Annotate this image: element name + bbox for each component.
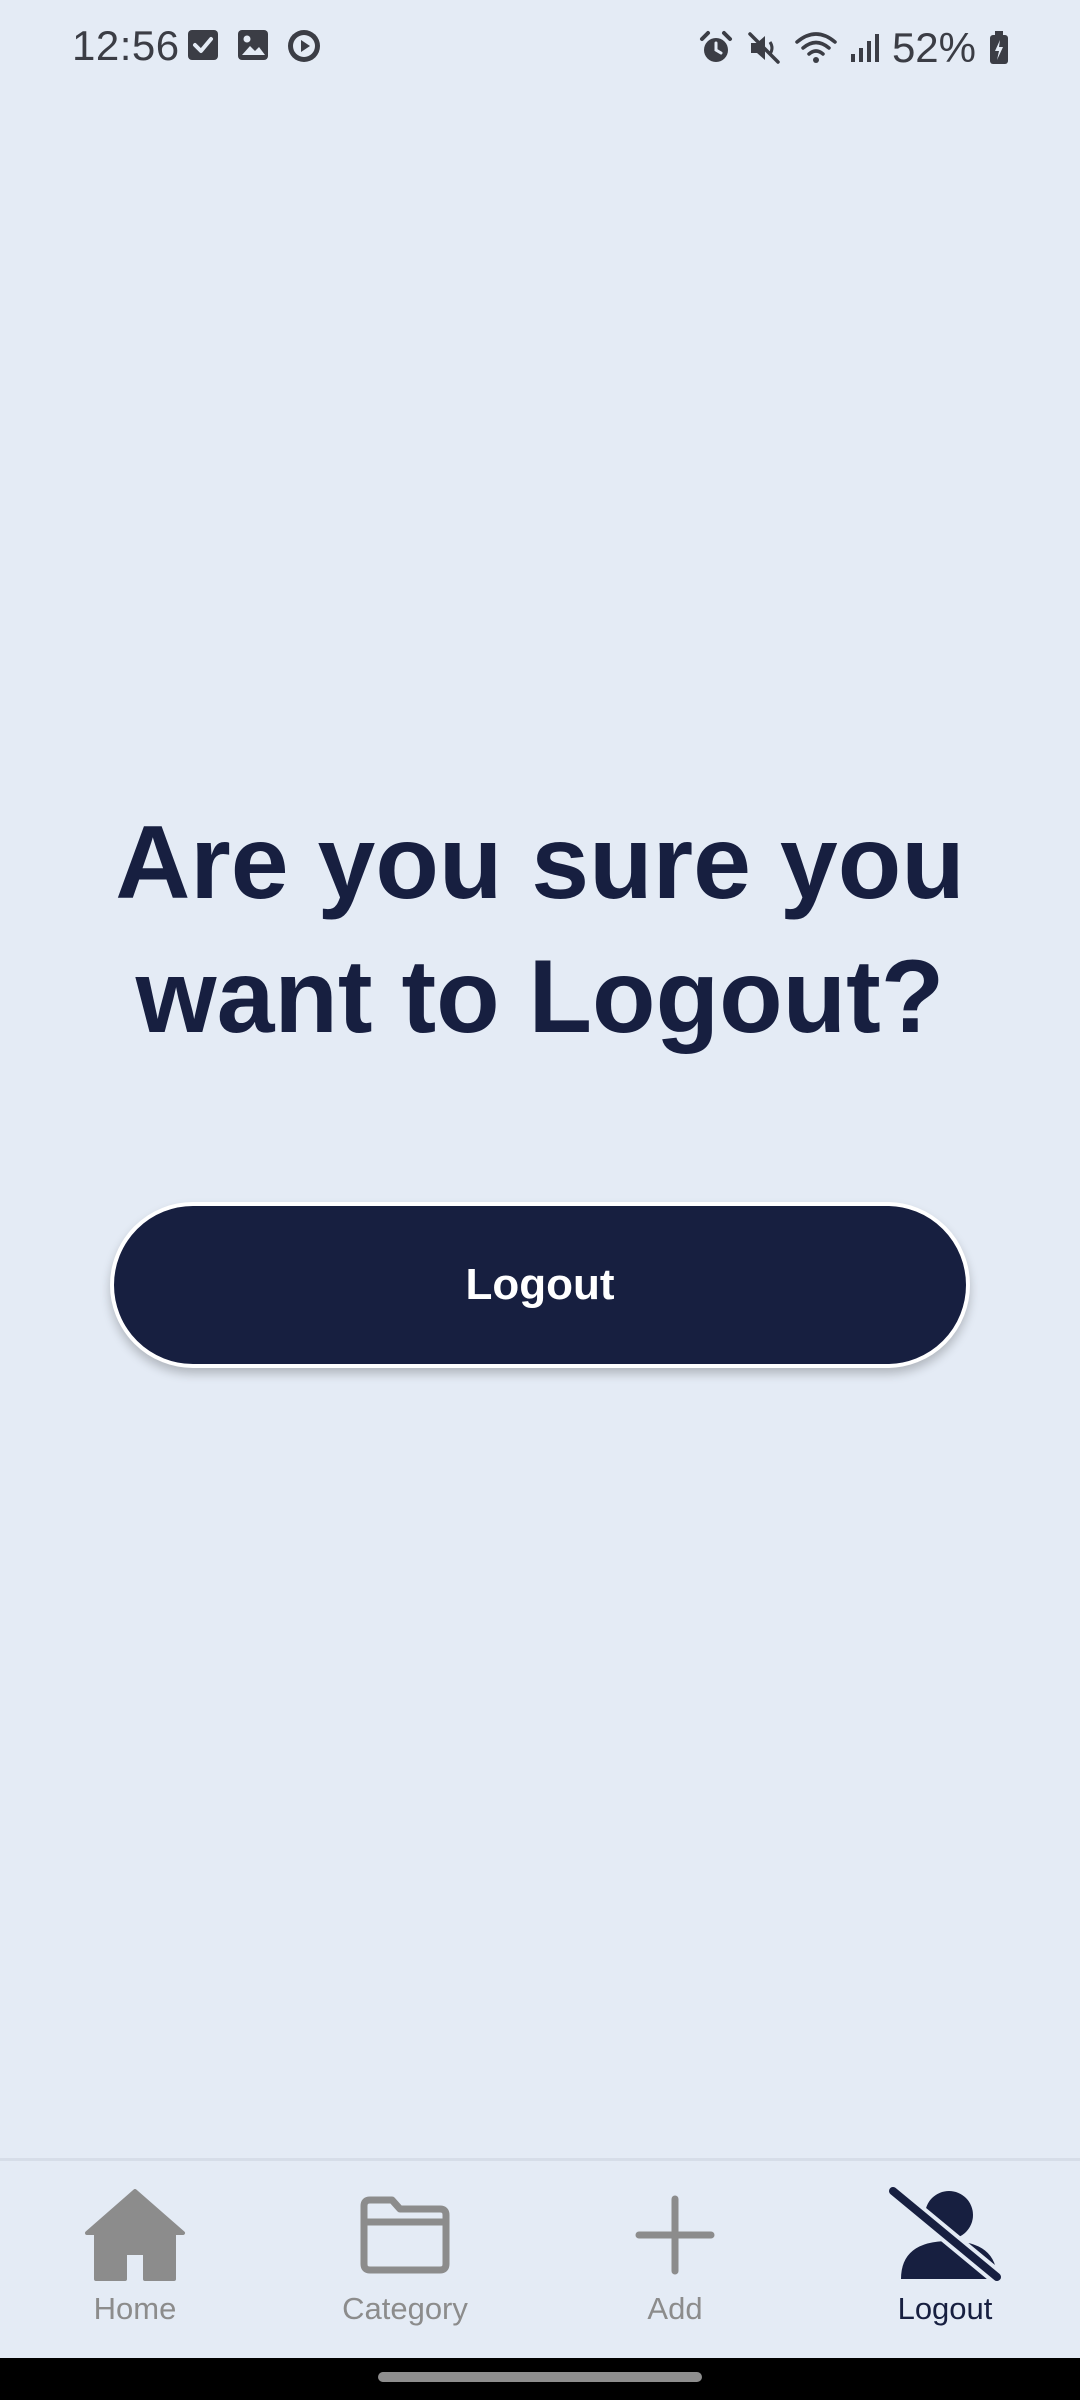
alarm-icon — [698, 30, 734, 66]
home-gesture-handle[interactable] — [378, 2372, 702, 2382]
status-system-icons: 52% — [698, 24, 1010, 72]
bottom-navigation: Home Category Add Logout — [0, 2158, 1080, 2358]
status-time: 12:56 — [72, 22, 180, 69]
battery-percent: 52% — [891, 24, 976, 71]
gallery-icon — [236, 28, 270, 64]
user-off-icon — [887, 2185, 1003, 2285]
battery-icon — [988, 30, 1010, 66]
mute-icon — [746, 30, 782, 66]
nav-label-category: Category — [342, 2291, 468, 2326]
nav-label-logout: Logout — [897, 2291, 993, 2326]
play-icon — [286, 28, 322, 64]
gesture-navigation-bar — [0, 2358, 1080, 2400]
logout-confirmation-screen: Are you sure you want to Logout? Logout — [0, 96, 1080, 2158]
nav-item-category[interactable]: Category — [270, 2161, 540, 2358]
logout-button[interactable]: Logout — [110, 1202, 970, 1368]
nav-item-add[interactable]: Add — [540, 2161, 810, 2358]
wifi-icon — [794, 30, 838, 66]
status-notification-icons — [186, 28, 322, 64]
home-icon — [83, 2185, 187, 2285]
folder-icon — [358, 2185, 452, 2285]
plus-icon — [635, 2185, 715, 2285]
nav-item-home[interactable]: Home — [0, 2161, 270, 2358]
status-bar: 12:56 52% — [0, 0, 1080, 96]
logout-confirmation-prompt: Are you sure you want to Logout? — [115, 805, 965, 1055]
nav-label-home: Home — [93, 2291, 177, 2326]
nav-item-logout[interactable]: Logout — [810, 2161, 1080, 2358]
checkbox-icon — [186, 28, 220, 64]
nav-label-add: Add — [647, 2291, 703, 2326]
signal-icon — [850, 32, 880, 64]
